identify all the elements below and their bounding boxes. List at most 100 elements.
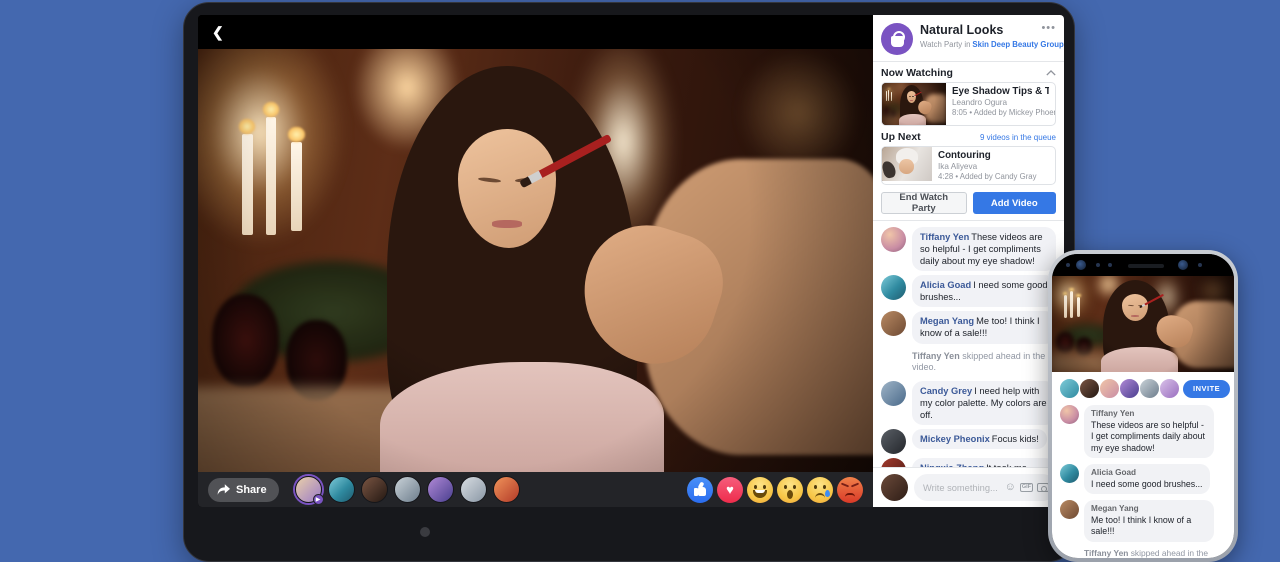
subtitle-prefix: Watch Party in — [920, 40, 971, 49]
participant-avatar[interactable] — [1119, 378, 1140, 399]
chat-input[interactable] — [921, 481, 1001, 494]
emoji-icon[interactable]: ☺ — [1005, 482, 1016, 493]
viewer-avatar[interactable] — [459, 476, 487, 503]
chat-list[interactable]: Tiffany Yen These videos are so helpful -… — [873, 220, 1064, 467]
participant-avatar[interactable] — [1139, 378, 1160, 399]
vignette — [198, 49, 873, 472]
sensor-dot — [1096, 263, 1100, 267]
message-author: Candy Grey — [920, 385, 973, 396]
invite-button[interactable]: INVITE — [1183, 379, 1231, 398]
chat-status: Tiffany Yen skipped ahead in the video. — [1060, 548, 1226, 559]
viewer-avatar[interactable] — [492, 476, 520, 503]
avatar[interactable] — [1060, 405, 1079, 424]
laptop-device: ❮ Share ▶ ♥ Natural Looks Watch Party in… — [183, 2, 1075, 562]
composer-pill[interactable]: ☺ GIF — [914, 474, 1056, 501]
laptop-screen: ❮ Share ▶ ♥ Natural Looks Watch Party in… — [198, 15, 1064, 507]
vignette — [1052, 276, 1234, 372]
chevron-up-icon[interactable] — [1046, 68, 1056, 78]
chat-message: Alicia Goad I need some good brushes... — [881, 275, 1056, 308]
participant-avatar[interactable] — [1159, 378, 1180, 399]
up-next-title: Contouring — [938, 150, 991, 161]
message-author: Megan Yang — [920, 316, 975, 327]
watch-party-video[interactable] — [198, 49, 873, 472]
back-icon[interactable]: ❮ — [212, 25, 224, 39]
video-scene — [198, 49, 873, 472]
up-next-card[interactable]: Contouring Ika Aliyeva 4:28 • Added by C… — [881, 146, 1056, 185]
participant-avatar[interactable] — [1099, 378, 1120, 399]
reaction-sad-icon[interactable] — [807, 476, 833, 503]
reaction-haha-icon[interactable] — [747, 476, 773, 503]
video-scene — [882, 83, 946, 125]
invite-row: INVITE — [1052, 372, 1234, 403]
message-bubble: Alicia Goad I need some good brushes... — [1084, 463, 1210, 494]
phone-message-list[interactable]: Tiffany Yen These videos are so helpful … — [1052, 403, 1234, 558]
message-bubble: Tiffany Yen These videos are so helpful … — [1084, 405, 1214, 458]
avatar[interactable] — [881, 458, 906, 467]
reaction-love-icon[interactable]: ♥ — [717, 476, 743, 503]
participant-avatar[interactable] — [1079, 378, 1100, 399]
up-next-thumbnail — [882, 147, 932, 181]
status-author: Tiffany Yen — [1084, 547, 1129, 558]
phone-sensor-bar — [1052, 254, 1234, 276]
avatar[interactable] — [881, 429, 906, 455]
avatar[interactable] — [1060, 463, 1079, 483]
participant-avatar[interactable] — [1059, 378, 1080, 399]
avatar[interactable] — [881, 227, 906, 252]
viewer-avatar[interactable]: ▶ — [294, 476, 324, 505]
gif-icon[interactable]: GIF — [1019, 482, 1033, 493]
reaction-like-icon[interactable] — [687, 476, 713, 503]
status-author: Tiffany Yen — [912, 350, 960, 361]
chat-message: Megan Yang Me too! I think I know of a s… — [1060, 500, 1226, 542]
video-scene — [1052, 276, 1234, 372]
phone-video[interactable] — [1052, 276, 1234, 372]
reaction-wow-icon[interactable] — [777, 476, 803, 503]
avatar[interactable] — [881, 380, 906, 406]
viewer-avatar[interactable] — [327, 476, 355, 503]
avatar[interactable] — [1060, 500, 1079, 519]
brush-hand-shape — [882, 159, 897, 179]
phone-device: INVITE Tiffany Yen These videos are so h… — [1048, 250, 1238, 562]
message-text: Focus kids! — [991, 434, 1039, 445]
viewer-avatars: ▶ — [294, 476, 520, 505]
chat-message: Candy Grey I need help with my color pale… — [881, 380, 1056, 426]
reaction-angry-icon[interactable] — [837, 476, 863, 503]
message-bubble: Alicia Goad I need some good brushes... — [912, 275, 1056, 308]
front-camera-icon — [1178, 260, 1188, 270]
share-button[interactable]: Share — [208, 477, 279, 502]
chat-message: Megan Yang Me too! I think I know of a sa… — [881, 311, 1056, 344]
avatar[interactable] — [881, 275, 906, 301]
chat-message: Tiffany Yen These videos are so helpful -… — [881, 227, 1056, 272]
message-author: Tiffany Yen — [1091, 409, 1135, 418]
watch-party-avatar — [881, 23, 913, 55]
group-link[interactable]: Skin Deep Beauty Group — [972, 40, 1063, 49]
heart-glyph: ♥ — [726, 482, 734, 497]
message-bubble: Mickey Pheonix Focus kids! — [912, 429, 1047, 450]
add-video-button[interactable]: Add Video — [972, 192, 1056, 214]
viewer-avatar[interactable] — [393, 476, 421, 503]
queue-link[interactable]: 9 videos in the queue — [980, 133, 1056, 142]
message-bubble: Megan Yang Me too! I think I know of a sa… — [912, 311, 1056, 344]
now-watching-label: Now Watching — [881, 67, 953, 79]
share-label: Share — [236, 483, 267, 496]
viewer-avatar[interactable] — [426, 476, 454, 503]
face-shape — [899, 158, 914, 174]
message-author: Alicia Goad — [1091, 467, 1137, 477]
thumb-glyph — [694, 480, 706, 496]
panel-header: Natural Looks Watch Party in Skin Deep B… — [873, 15, 1064, 62]
avatar[interactable] — [881, 311, 906, 337]
video-player: ❮ Share ▶ ♥ — [198, 15, 873, 507]
message-bubble: Ningxia ZhangIt took me forever to find … — [912, 458, 1056, 467]
end-watch-party-button[interactable]: End Watch Party — [881, 192, 967, 214]
up-next-label: Up Next — [881, 131, 921, 143]
now-watching-thumbnail — [882, 83, 946, 125]
viewer-avatar[interactable] — [360, 476, 388, 503]
sensor-dot — [1066, 263, 1070, 267]
earpiece-speaker — [1128, 264, 1164, 268]
now-watching-card[interactable]: Eye Shadow Tips & Tricks Leandro Ogura 8… — [881, 82, 1056, 126]
chat-message: Ningxia ZhangIt took me forever to find … — [881, 458, 1056, 467]
message-author: Tiffany Yen — [920, 232, 970, 242]
message-bubble: Megan Yang Me too! I think I know of a s… — [1084, 500, 1214, 542]
more-options-icon[interactable]: ••• — [1041, 23, 1056, 33]
up-next-meta: 4:28 • Added by Candy Gray — [938, 172, 1037, 181]
chat-message: Mickey Pheonix Focus kids! — [881, 429, 1056, 455]
